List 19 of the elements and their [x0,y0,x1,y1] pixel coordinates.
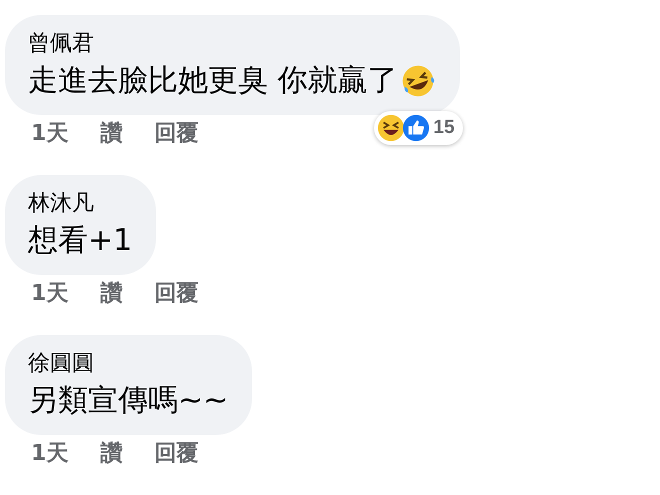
comment-text: 另類宣傳嗎~~ [28,382,228,420]
comment-text: 走進去臉比她更臭 你就贏了 [28,62,398,100]
reply-link[interactable]: 回覆 [154,119,198,149]
reaction-count: 15 [433,117,455,139]
thumbs-up-icon [402,114,430,142]
like-link[interactable]: 讚 [100,279,122,309]
author-name[interactable]: 曾佩君 [28,29,436,59]
comment-time[interactable]: 1天 [31,119,68,149]
author-name[interactable]: 林沐凡 [28,189,132,219]
reply-link[interactable]: 回覆 [154,279,198,309]
reactions-badge[interactable]: 15 [374,111,463,145]
comment-time[interactable]: 1天 [31,439,68,469]
comment-time[interactable]: 1天 [31,279,68,309]
like-link[interactable]: 讚 [100,119,122,149]
comment-text: 想看+1 [28,222,132,260]
reply-link[interactable]: 回覆 [154,439,198,469]
like-link[interactable]: 讚 [100,439,122,469]
author-name[interactable]: 徐圓圓 [28,349,228,379]
laughing-emoji-icon [377,114,406,142]
